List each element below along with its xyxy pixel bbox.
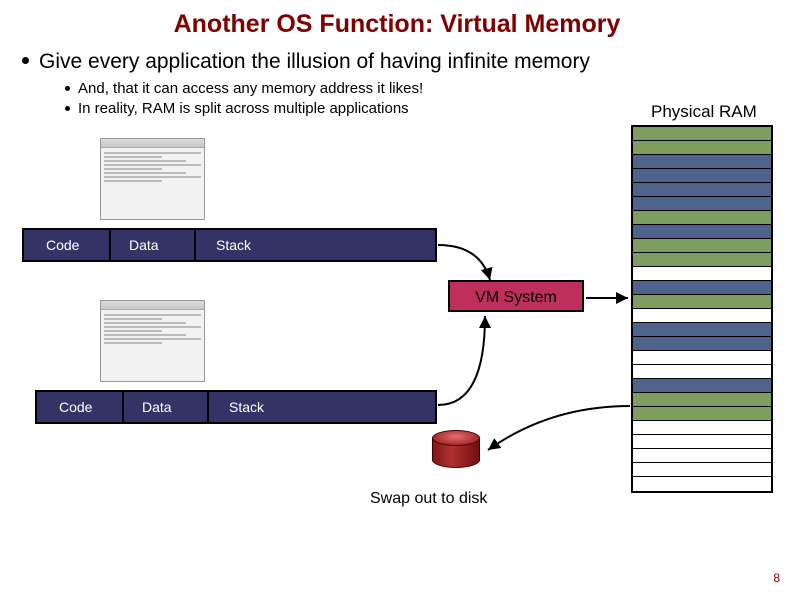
ram-page bbox=[633, 211, 771, 225]
vm-system-box: VM System bbox=[448, 280, 584, 312]
seg-label-code: Code bbox=[59, 399, 92, 415]
page-number: 8 bbox=[773, 571, 780, 585]
process-1-memory-bar: Code Data Stack bbox=[22, 228, 437, 262]
disk-icon bbox=[432, 430, 480, 472]
ram-page bbox=[633, 379, 771, 393]
ram-page bbox=[633, 407, 771, 421]
ram-page bbox=[633, 477, 771, 491]
ram-page bbox=[633, 281, 771, 295]
main-bullet: Give every application the illusion of h… bbox=[22, 50, 590, 74]
ram-page bbox=[633, 141, 771, 155]
physical-ram-column bbox=[631, 125, 773, 493]
process-2-memory-bar: Code Data Stack bbox=[35, 390, 437, 424]
ram-page bbox=[633, 225, 771, 239]
ram-page bbox=[633, 337, 771, 351]
ram-page bbox=[633, 295, 771, 309]
ram-page bbox=[633, 365, 771, 379]
sub-bullet-list: And, that it can access any memory addre… bbox=[65, 80, 423, 120]
sub-bullet-2: In reality, RAM is split across multiple… bbox=[65, 100, 423, 117]
seg-label-stack: Stack bbox=[216, 237, 251, 253]
arrow-bar2-to-vm bbox=[430, 310, 510, 410]
ram-page bbox=[633, 253, 771, 267]
arrow-vm-to-ram bbox=[582, 290, 637, 310]
seg-label-data: Data bbox=[142, 399, 172, 415]
app-window-thumbnail-2 bbox=[100, 300, 205, 382]
arrow-ram-to-disk bbox=[480, 400, 640, 460]
ram-page bbox=[633, 169, 771, 183]
ram-page bbox=[633, 463, 771, 477]
ram-page bbox=[633, 239, 771, 253]
ram-page bbox=[633, 267, 771, 281]
ram-page bbox=[633, 449, 771, 463]
ram-page bbox=[633, 127, 771, 141]
ram-page bbox=[633, 197, 771, 211]
app-window-thumbnail-1 bbox=[100, 138, 205, 220]
seg-label-data: Data bbox=[129, 237, 159, 253]
ram-page bbox=[633, 393, 771, 407]
ram-page bbox=[633, 351, 771, 365]
ram-page bbox=[633, 183, 771, 197]
ram-page bbox=[633, 435, 771, 449]
seg-label-code: Code bbox=[46, 237, 79, 253]
physical-ram-label: Physical RAM bbox=[651, 102, 757, 122]
swap-label: Swap out to disk bbox=[370, 490, 487, 508]
sub-bullet-1: And, that it can access any memory addre… bbox=[65, 80, 423, 97]
seg-label-stack: Stack bbox=[229, 399, 264, 415]
ram-page bbox=[633, 323, 771, 337]
slide-title: Another OS Function: Virtual Memory bbox=[0, 10, 794, 39]
ram-page bbox=[633, 155, 771, 169]
ram-page bbox=[633, 309, 771, 323]
ram-page bbox=[633, 421, 771, 435]
